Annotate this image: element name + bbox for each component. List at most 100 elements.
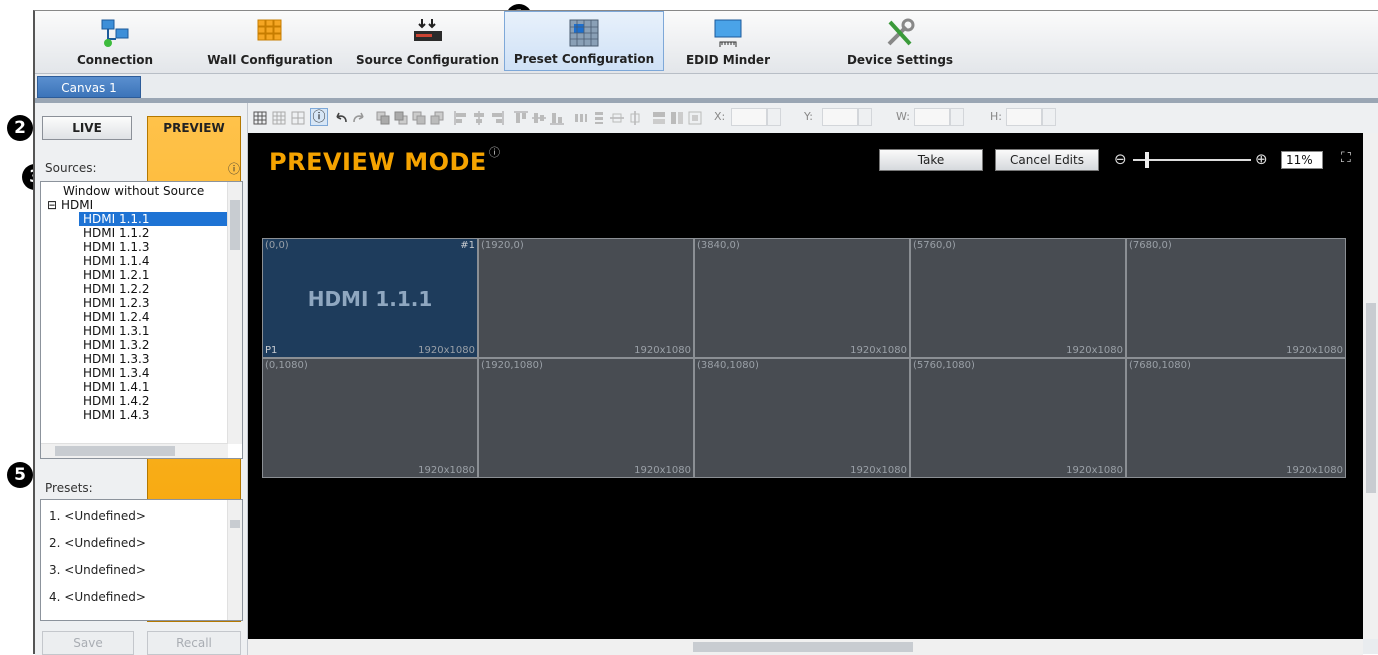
wall-cell[interactable]: (3840,1080) 1920x1080: [694, 358, 910, 478]
live-button[interactable]: LIVE: [42, 116, 132, 140]
source-hdmi-1-2-3[interactable]: HDMI 1.2.3: [83, 296, 150, 310]
save-button[interactable]: Save: [42, 631, 134, 655]
zoom-value-input[interactable]: 11%: [1281, 151, 1323, 169]
align-right-icon[interactable]: [490, 111, 504, 125]
wall-configuration-tab[interactable]: Wall Configuration: [205, 11, 335, 71]
grid-snap-icon[interactable]: [272, 111, 286, 125]
distribute-vertical-icon[interactable]: [592, 111, 606, 125]
preset-item-3[interactable]: 3. <Undefined>: [49, 563, 146, 579]
wall-cell[interactable]: (1920,0) 1920x1080: [478, 238, 694, 358]
h-input[interactable]: [1006, 108, 1042, 126]
preset-item-1[interactable]: 1. <Undefined>: [49, 509, 146, 525]
sources-vertical-thumb[interactable]: [230, 200, 240, 250]
wall-cell[interactable]: (1920,1080) 1920x1080: [478, 358, 694, 478]
distribute-horizontal-icon[interactable]: [574, 111, 588, 125]
grid-lines-icon[interactable]: [291, 111, 305, 125]
bring-front-icon[interactable]: [376, 111, 390, 125]
info-toggle-icon[interactable]: ⓘ: [310, 108, 328, 126]
cell-origin: (1920,0): [481, 240, 524, 251]
align-bottom-icon[interactable]: [550, 111, 564, 125]
tree-collapse-icon[interactable]: ⊟: [47, 198, 57, 212]
source-group-hdmi[interactable]: HDMI: [61, 198, 93, 212]
preview-horizontal-thumb[interactable]: [693, 642, 913, 652]
source-hdmi-1-2-2[interactable]: HDMI 1.2.2: [83, 282, 150, 296]
preview-info-icon[interactable]: ⓘ: [489, 144, 500, 160]
zoom-out-icon[interactable]: ⊖: [1114, 150, 1127, 168]
x-spinner[interactable]: [767, 108, 781, 126]
source-hdmi-1-4-3[interactable]: HDMI 1.4.3: [83, 408, 150, 422]
source-window-without-source[interactable]: Window without Source: [63, 184, 204, 198]
cell-resolution: 1920x1080: [418, 465, 475, 476]
grid-icon[interactable]: [253, 111, 267, 125]
source-hdmi-1-1-1[interactable]: HDMI 1.1.1: [79, 212, 239, 226]
align-middle-icon[interactable]: [532, 111, 546, 125]
preview-horizontal-scrollbar[interactable]: [248, 639, 1363, 655]
wall-cell[interactable]: (7680,0) 1920x1080: [1126, 238, 1346, 358]
presets-vertical-thumb[interactable]: [230, 520, 240, 528]
align-top-icon[interactable]: [514, 111, 528, 125]
take-button[interactable]: Take: [879, 149, 983, 171]
sources-tree[interactable]: Window without Source ⊟ HDMI HDMI 1.1.1 …: [40, 181, 243, 459]
preview-vertical-scrollbar[interactable]: [1363, 133, 1378, 639]
presets-list[interactable]: 1. <Undefined> 2. <Undefined> 3. <Undefi…: [40, 499, 243, 621]
source-hdmi-1-1-4[interactable]: HDMI 1.1.4: [83, 254, 150, 268]
source-hdmi-1-3-1[interactable]: HDMI 1.3.1: [83, 324, 150, 338]
sources-horizontal-thumb[interactable]: [55, 446, 175, 456]
edid-minder-tab[interactable]: EDID Minder: [683, 11, 773, 71]
undo-icon[interactable]: [334, 111, 348, 125]
align-center-icon[interactable]: [472, 111, 486, 125]
preview-vertical-thumb[interactable]: [1366, 303, 1376, 493]
y-input[interactable]: [822, 108, 858, 126]
cell-resolution: 1920x1080: [634, 465, 691, 476]
tab-canvas-1[interactable]: Canvas 1: [37, 76, 141, 98]
zoom-slider[interactable]: [1133, 152, 1251, 168]
y-spinner[interactable]: [858, 108, 872, 126]
wall-cell[interactable]: (3840,0) 1920x1080: [694, 238, 910, 358]
wall-cell[interactable]: (5760,1080) 1920x1080: [910, 358, 1126, 478]
device-settings-tab[interactable]: Device Settings: [835, 11, 965, 71]
source-hdmi-1-1-3[interactable]: HDMI 1.1.3: [83, 240, 150, 254]
sources-vertical-scrollbar[interactable]: [227, 182, 242, 444]
sources-info-icon[interactable]: ⓘ: [228, 160, 240, 177]
recall-button[interactable]: Recall: [147, 631, 241, 655]
wall-cell[interactable]: (5760,0) 1920x1080: [910, 238, 1126, 358]
center-horizontal-icon[interactable]: [610, 111, 624, 125]
preset-item-4[interactable]: 4. <Undefined>: [49, 590, 146, 606]
w-input[interactable]: [914, 108, 950, 126]
wall-cell[interactable]: (0,0) #1 HDMI 1.1.1 P1 1920x1080: [262, 238, 478, 358]
align-left-icon[interactable]: [454, 111, 468, 125]
zoom-in-icon[interactable]: ⊕: [1255, 150, 1268, 168]
source-hdmi-1-4-2[interactable]: HDMI 1.4.2: [83, 394, 150, 408]
cell-origin: (5760,0): [913, 240, 956, 251]
source-hdmi-1-4-1[interactable]: HDMI 1.4.1: [83, 380, 150, 394]
wall-cell[interactable]: (0,1080) 1920x1080: [262, 358, 478, 478]
zoom-slider-thumb[interactable]: [1144, 152, 1149, 168]
source-hdmi-1-3-4[interactable]: HDMI 1.3.4: [83, 366, 150, 380]
send-back-icon[interactable]: [394, 111, 408, 125]
source-configuration-tab[interactable]: Source Configuration: [355, 11, 500, 71]
redo-icon[interactable]: [352, 111, 366, 125]
source-hdmi-1-3-3[interactable]: HDMI 1.3.3: [83, 352, 150, 366]
wall-cell[interactable]: (7680,1080) 1920x1080: [1126, 358, 1346, 478]
cancel-edits-button[interactable]: Cancel Edits: [995, 149, 1099, 171]
source-hdmi-1-2-1[interactable]: HDMI 1.2.1: [83, 268, 150, 282]
source-hdmi-1-1-2[interactable]: HDMI 1.1.2: [83, 226, 150, 240]
preset-configuration-tab[interactable]: Preset Configuration: [504, 11, 664, 71]
center-vertical-icon[interactable]: [628, 111, 642, 125]
same-width-icon[interactable]: [652, 111, 666, 125]
preview-canvas[interactable]: PREVIEW MODE ⓘ Take Cancel Edits ⊖ ⊕ 11%…: [248, 133, 1363, 639]
same-height-icon[interactable]: [670, 111, 684, 125]
source-hdmi-1-3-2[interactable]: HDMI 1.3.2: [83, 338, 150, 352]
h-spinner[interactable]: [1042, 108, 1056, 126]
sources-horizontal-scrollbar[interactable]: [41, 443, 228, 458]
presets-vertical-scrollbar[interactable]: [227, 500, 242, 620]
source-hdmi-1-2-4[interactable]: HDMI 1.2.4: [83, 310, 150, 324]
fit-to-screen-icon[interactable]: ⛶: [1341, 150, 1351, 166]
x-input[interactable]: [731, 108, 767, 126]
send-backward-icon[interactable]: [430, 111, 444, 125]
preset-item-2[interactable]: 2. <Undefined>: [49, 536, 146, 552]
bring-forward-icon[interactable]: [412, 111, 426, 125]
connection-tab[interactable]: Connection: [69, 11, 161, 71]
w-spinner[interactable]: [950, 108, 964, 126]
same-size-icon[interactable]: [688, 111, 702, 125]
